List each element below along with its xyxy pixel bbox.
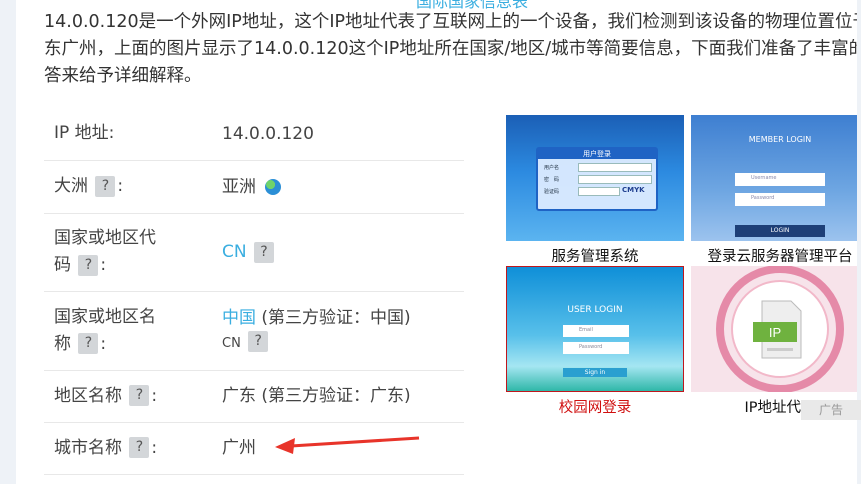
- ad-badge[interactable]: 广告: [801, 400, 861, 420]
- help-icon[interactable]: ?: [254, 241, 274, 263]
- country-code-label-line1: 国家或地区代: [54, 228, 156, 248]
- country-name-code: CN: [222, 335, 241, 351]
- svg-text:IP: IP: [769, 325, 781, 340]
- help-icon[interactable]: ?: [248, 331, 269, 352]
- ip-info-table: IP 地址: 14.0.0.120 大洲 ?: 亚洲 国家或地区代 码 ?: C…: [44, 108, 464, 475]
- country-name-verify: (第三方验证：中国): [261, 307, 411, 328]
- city-label: 城市名称: [54, 437, 122, 458]
- ad-image: MEMBER LOGIN Username Password LOGIN: [691, 115, 861, 241]
- ad-tile-cloud-server-login[interactable]: MEMBER LOGIN Username Password LOGIN 登录云…: [691, 115, 861, 266]
- globe-icon: [265, 178, 282, 195]
- country-name-label-cell: 国家或地区名 称 ?:: [44, 291, 222, 371]
- country-code-value-cell: CN ?: [222, 213, 464, 292]
- ad-caption[interactable]: 登录云服务器管理平台: [691, 245, 861, 266]
- ad-caption[interactable]: 校园网登录: [506, 396, 684, 417]
- region-label-cell: 地区名称 ?:: [44, 370, 222, 423]
- country-name-value-cell: 中国 (第三方验证：中国) CN ?: [222, 291, 464, 371]
- city-label-cell: 城市名称 ?:: [44, 422, 222, 475]
- ip-label: IP 地址:: [44, 108, 222, 161]
- country-code-label-line2: 码: [54, 255, 71, 275]
- country-name-label-line2: 称: [54, 333, 71, 354]
- help-icon[interactable]: ?: [129, 385, 150, 406]
- ip-document-icon: IP: [716, 266, 844, 392]
- intro-line-3: 答来给予详细解释。: [44, 66, 202, 86]
- ip-value: 14.0.0.120: [222, 108, 464, 161]
- ad-tile-campus-login[interactable]: USER LOGIN Email Password Sign in 校园网登录: [506, 266, 684, 417]
- intro-line-2: 东广州，上面的图片显示了14.0.0.120这个IP地址所在国家/地区/城市等简…: [44, 39, 861, 59]
- row-region: 地区名称 ?: 广东 (第三方验证：广东): [44, 370, 464, 423]
- country-code-link[interactable]: CN: [222, 242, 247, 262]
- help-icon[interactable]: ?: [78, 254, 99, 276]
- colon: :: [117, 176, 124, 196]
- row-country-code: 国家或地区代 码 ?: CN ?: [44, 213, 464, 292]
- row-continent: 大洲 ?: 亚洲: [44, 160, 464, 214]
- ad-tile-service-management[interactable]: 用户登录 用户名 密 码 验证码 CMYK 服务管理系统: [506, 115, 684, 266]
- help-icon[interactable]: ?: [95, 175, 116, 197]
- ad-tile-ip-proxy[interactable]: IP IP地址代理: [691, 266, 861, 417]
- region-label: 地区名称: [54, 385, 122, 406]
- colon: :: [100, 255, 107, 275]
- colon: :: [100, 333, 107, 354]
- continent-label-cell: 大洲 ?:: [44, 160, 222, 214]
- country-name-link[interactable]: 中国: [222, 308, 256, 328]
- continent-value: 亚洲: [222, 176, 256, 197]
- ad-image: USER LOGIN Email Password Sign in: [506, 266, 684, 392]
- country-code-label-cell: 国家或地区代 码 ?:: [44, 213, 222, 292]
- ad-image: 用户登录 用户名 密 码 验证码 CMYK: [506, 115, 684, 241]
- red-arrow-icon: [275, 436, 420, 454]
- intro-line-1: 14.0.0.120是一个外网IP地址，这个IP地址代表了互联网上的一个设备，我…: [44, 12, 861, 32]
- row-country-name: 国家或地区名 称 ?: 中国 (第三方验证：中国) CN ?: [44, 291, 464, 371]
- row-ip: IP 地址: 14.0.0.120: [44, 108, 464, 161]
- ad-image: IP: [691, 266, 861, 392]
- help-icon[interactable]: ?: [78, 333, 99, 354]
- country-name-label-line1: 国家或地区名: [54, 306, 156, 327]
- intro-paragraph: 14.0.0.120是一个外网IP地址，这个IP地址代表了互联网上的一个设备，我…: [44, 9, 861, 90]
- help-icon[interactable]: ?: [129, 437, 150, 458]
- colon: :: [151, 437, 158, 458]
- colon: :: [151, 385, 158, 406]
- content-card: 国际国家信息表 14.0.0.120是一个外网IP地址，这个IP地址代表了互联网…: [16, 0, 861, 484]
- region-value: 广东 (第三方验证：广东): [222, 370, 464, 423]
- continent-label: 大洲: [54, 176, 88, 196]
- continent-value-cell: 亚洲: [222, 160, 464, 214]
- ad-caption[interactable]: 服务管理系统: [506, 245, 684, 266]
